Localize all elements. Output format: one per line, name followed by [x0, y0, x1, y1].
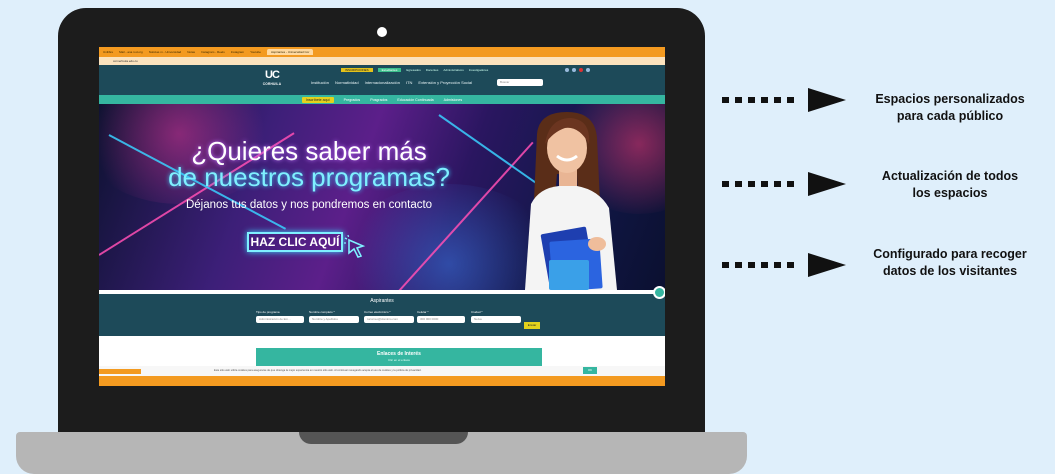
- top-link[interactable]: Estudiantes: [377, 67, 402, 72]
- enroll-button[interactable]: Inscríbete aquí: [301, 96, 334, 103]
- nav-item[interactable]: Extensión y Proyección Social: [418, 80, 472, 85]
- facebook-icon[interactable]: [565, 68, 569, 72]
- field-label: Ciudad *: [471, 310, 483, 314]
- city-input[interactable]: Neiva: [471, 316, 521, 323]
- secondary-nav-item[interactable]: Pregrados: [344, 98, 361, 102]
- phone-input[interactable]: 300 000 0000: [417, 316, 465, 323]
- links-title: Enlaces de Interés: [377, 351, 421, 357]
- browser-tab[interactable]: Mail - ana rod.org: [119, 50, 143, 54]
- browser-tab[interactable]: Youtube: [250, 50, 261, 54]
- field-label: Tipo de programa: [256, 310, 280, 314]
- annotation-2: Actualización de todos los espacios: [850, 168, 1050, 202]
- secondary-nav-item[interactable]: Admisiones: [444, 98, 463, 102]
- top-links: INSCRIPCIONES Estudiantes Egresados Doce…: [341, 67, 488, 72]
- nav-item[interactable]: Institución: [311, 80, 329, 85]
- hero-cta-button[interactable]: HAZ CLIC AQUÍ: [247, 232, 343, 252]
- hero-subtitle: Déjanos tus datos y nos pondremos en con…: [185, 199, 433, 211]
- browser-tab[interactable]: Notas: [187, 50, 195, 54]
- email-input[interactable]: tucorreo@dominio.com: [364, 316, 414, 323]
- main-nav: Institución Normatividad Internacionaliz…: [311, 80, 472, 85]
- hero-banner[interactable]: ¿Quieres saber más de nuestros programas…: [99, 104, 665, 290]
- browser-tab[interactable]: Instagram: [231, 50, 244, 54]
- form-title: Aspirantes: [370, 298, 394, 304]
- field-label: Nombre completo *: [309, 310, 335, 314]
- nav-item[interactable]: Normatividad: [335, 80, 359, 85]
- arrow-icon: [808, 253, 846, 277]
- top-link[interactable]: Investigadores: [469, 68, 489, 72]
- browser-tab-bar: Unilibre Mail - ana rod.org Noticias m -…: [99, 47, 665, 57]
- links-subtitle: Clic en el enlace: [387, 358, 410, 362]
- os-taskbar: [99, 376, 665, 386]
- annotation-line: datos de los visitantes: [882, 264, 1018, 278]
- name-input[interactable]: Nombre y Apellidos: [309, 316, 359, 323]
- annotation-3: Configurado para recoger datos de los vi…: [850, 246, 1050, 280]
- annotation-line: Configurado para recoger: [873, 247, 1027, 261]
- nav-item[interactable]: Internacionalización: [365, 80, 400, 85]
- laptop-hinge: [299, 432, 468, 444]
- nav-item[interactable]: ITN: [406, 80, 412, 85]
- cursor-icon: [344, 234, 366, 258]
- form-field-city: Ciudad * Neiva: [471, 310, 521, 323]
- submit-button[interactable]: Enviar: [524, 322, 540, 329]
- camera-icon: [377, 27, 387, 37]
- laptop-screen: Unilibre Mail - ana rod.org Noticias m -…: [99, 47, 665, 386]
- field-label: Correo electrónico *: [364, 310, 391, 314]
- logo-mark: UC: [265, 69, 280, 81]
- site-header: INSCRIPCIONES Estudiantes Egresados Doce…: [99, 65, 665, 95]
- form-field-name: Nombre completo * Nombre y Apellidos: [309, 310, 359, 323]
- twitter-icon[interactable]: [572, 68, 576, 72]
- program-select[interactable]: Administración de Em...: [256, 316, 304, 323]
- dotted-line: [722, 181, 794, 187]
- annotation-line: para cada público: [896, 109, 1004, 123]
- dotted-line: [722, 262, 794, 268]
- annotation-line: Espacios personalizados: [875, 92, 1025, 106]
- social-icons: [565, 68, 590, 72]
- cookie-ok-button[interactable]: OK: [583, 367, 597, 374]
- browser-tab[interactable]: Instagram - Reels: [201, 50, 225, 54]
- browser-tab[interactable]: Unilibre: [103, 50, 113, 54]
- secondary-nav: Inscríbete aquí Pregrados Posgrados Educ…: [99, 95, 665, 104]
- field-label: Celular *: [417, 310, 429, 314]
- secondary-nav-item[interactable]: Educación Continuada: [397, 98, 433, 102]
- address-bar[interactable]: cornerfoula.edu.co: [99, 57, 665, 65]
- dotted-line: [722, 97, 794, 103]
- annotation-1: Espacios personalizados para cada públic…: [850, 91, 1050, 125]
- arrow-icon: [808, 88, 846, 112]
- site-logo[interactable]: UC CORHUILA: [257, 69, 287, 91]
- hero-title-line1: ¿Quieres saber más: [191, 136, 427, 166]
- form-field-program: Tipo de programa Administración de Em...: [256, 310, 304, 323]
- top-link[interactable]: Egresados: [406, 68, 420, 72]
- form-field-email: Correo electrónico * tucorreo@dominio.co…: [364, 310, 414, 323]
- secondary-nav-item[interactable]: Posgrados: [370, 98, 387, 102]
- youtube-icon[interactable]: [579, 68, 583, 72]
- top-highlight-link[interactable]: INSCRIPCIONES: [341, 67, 373, 72]
- browser-tab[interactable]: Noticias m - Universidad: [149, 50, 182, 54]
- top-link[interactable]: Docentes: [426, 68, 439, 72]
- arrow-icon: [808, 172, 846, 196]
- cookie-badge: [99, 369, 141, 374]
- url-text: cornerfoula.edu.co: [113, 59, 138, 63]
- cookie-banner: Este sitio web utiliza cookies para aseg…: [99, 366, 665, 376]
- browser-tab-active[interactable]: Aspirantes - Universidad Cor: [266, 49, 314, 55]
- cookie-text: Este sitio web utiliza cookies para aseg…: [214, 369, 422, 372]
- top-link[interactable]: Administrativos: [443, 68, 463, 72]
- hero-title-line2: de nuestros programas?: [168, 162, 450, 192]
- instagram-icon[interactable]: [586, 68, 590, 72]
- logo-word: CORHUILA: [262, 82, 282, 86]
- applicants-form: Aspirantes Tipo de programa Administraci…: [99, 286, 665, 336]
- annotation-line: Actualización de todos: [881, 169, 1019, 183]
- student-illustration: [525, 112, 617, 290]
- annotation-line: los espacios: [912, 186, 988, 200]
- site-search-input[interactable]: Buscar: [497, 79, 543, 86]
- form-field-phone: Celular * 300 000 0000: [417, 310, 465, 323]
- links-of-interest[interactable]: Enlaces de Interés Clic en el enlace: [256, 348, 542, 366]
